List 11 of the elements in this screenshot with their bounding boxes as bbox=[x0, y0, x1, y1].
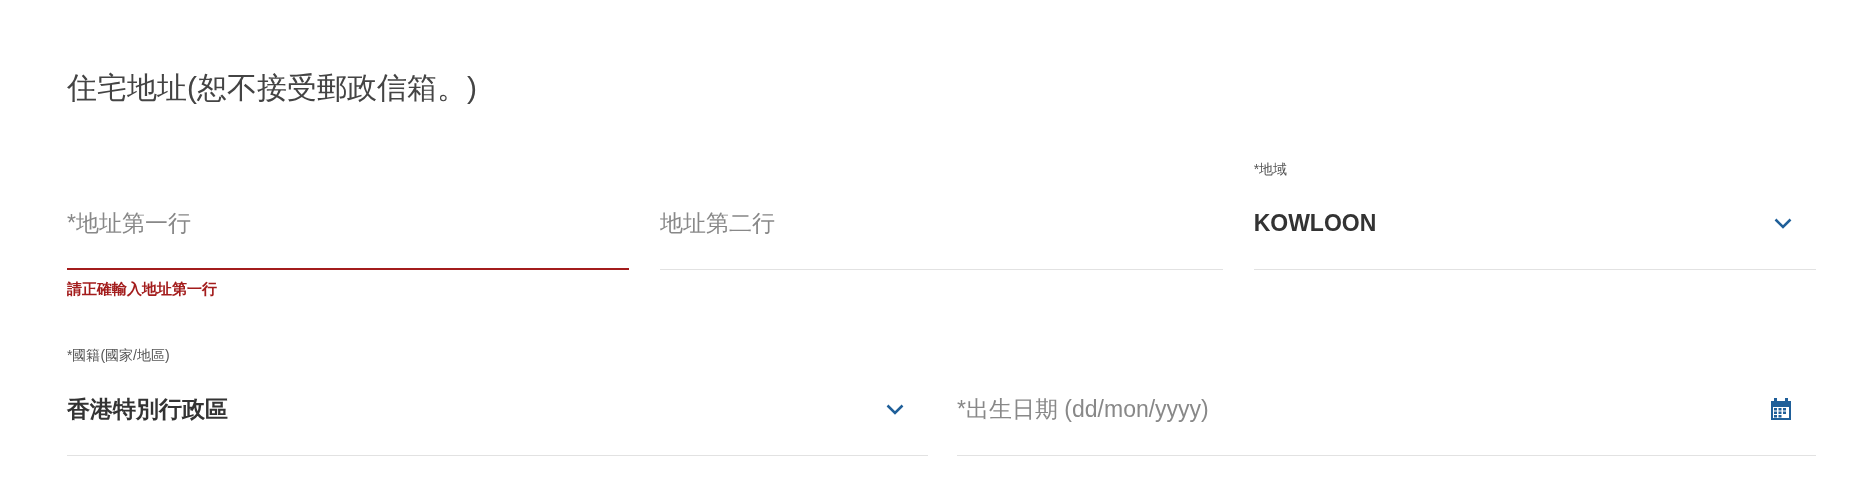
chevron-down-icon bbox=[1774, 218, 1792, 229]
chevron-down-icon bbox=[886, 403, 904, 415]
select-field[interactable]: 香港特別行政區 bbox=[67, 363, 928, 456]
section-heading: 住宅地址(恕不接受郵政信箱。) bbox=[67, 70, 477, 106]
error-message: 請正確輸入地址第一行 bbox=[67, 279, 217, 299]
field-label: *國籍(國家/地區) bbox=[67, 345, 170, 364]
calendar-icon bbox=[1770, 397, 1792, 420]
select-field[interactable]: KOWLOON bbox=[1253, 178, 1816, 270]
date-field[interactable]: *出生日期 (dd/mon/yyyy) bbox=[957, 363, 1816, 456]
field-label: *地域 bbox=[1253, 160, 1288, 178]
input-field[interactable]: *地址第一行 bbox=[67, 178, 630, 270]
